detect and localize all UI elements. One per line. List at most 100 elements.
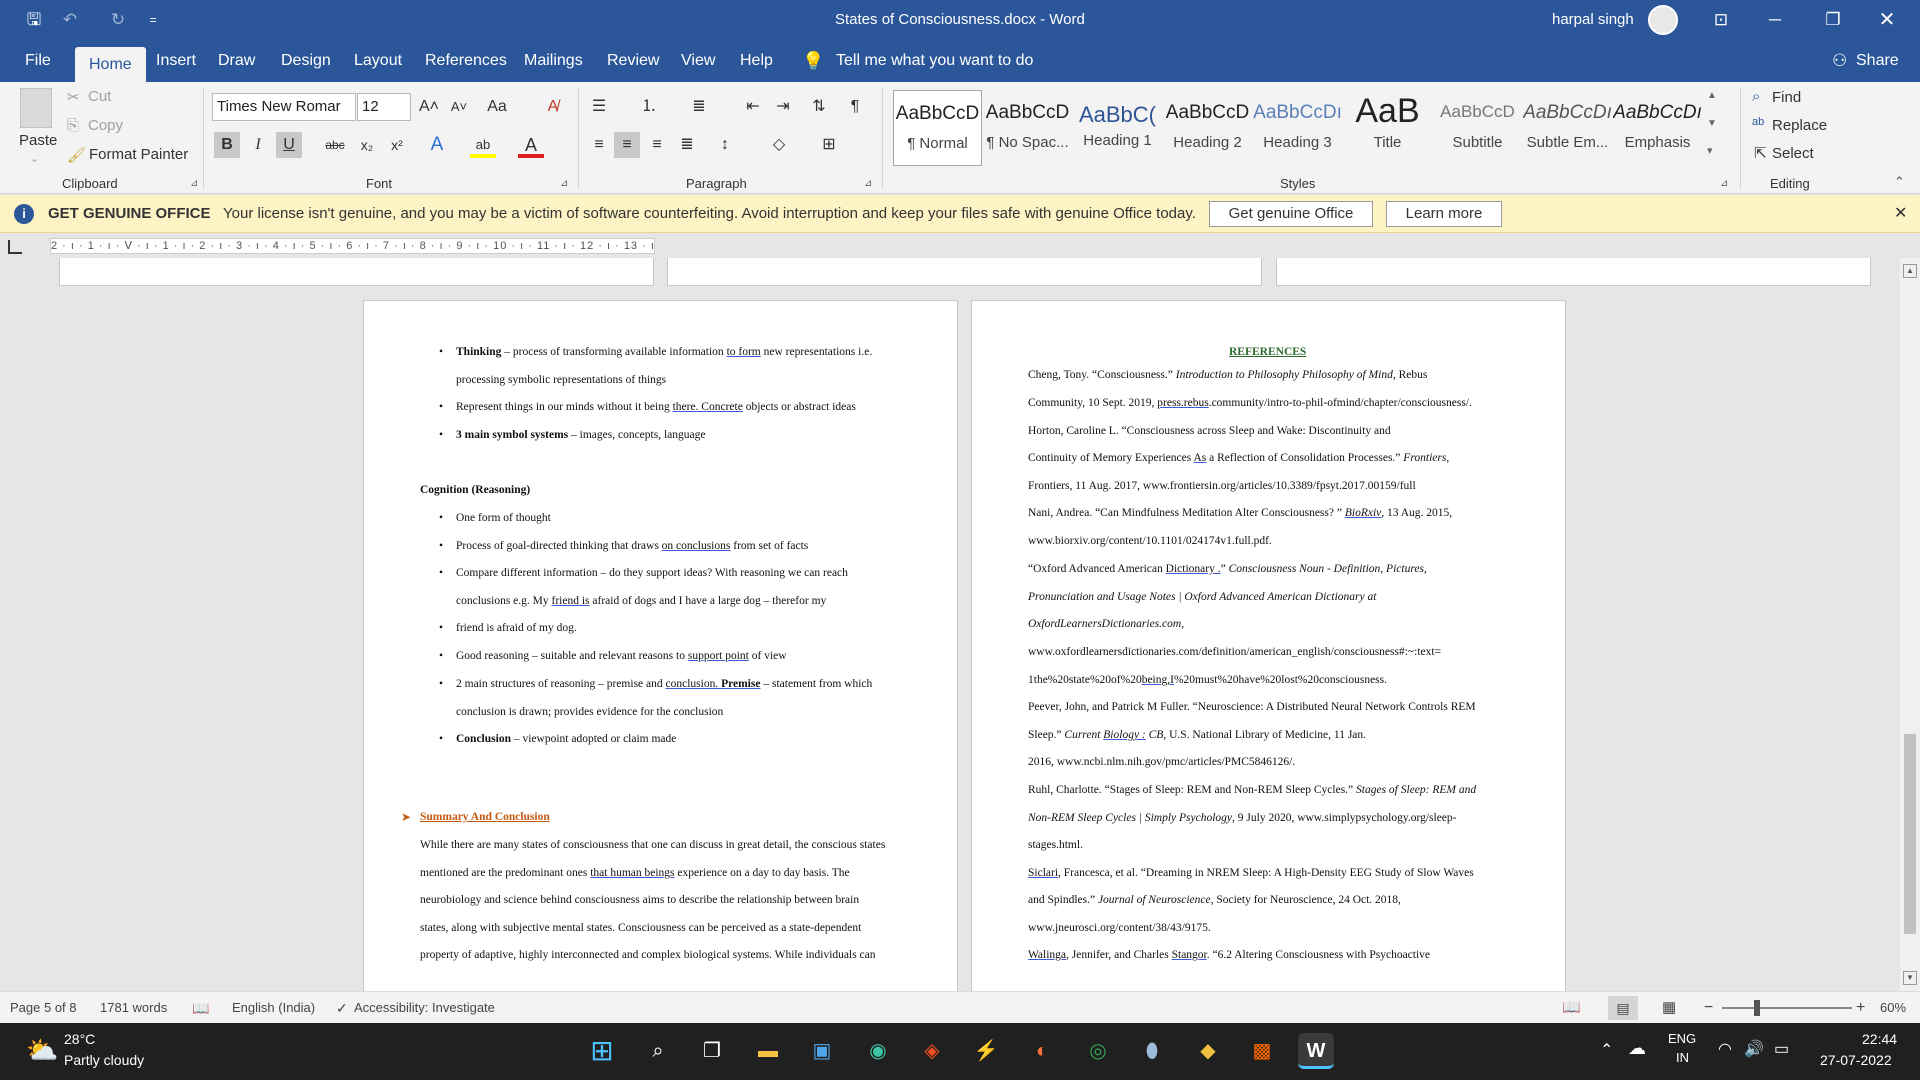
cloud-icon[interactable]: ☁ xyxy=(1628,1038,1646,1059)
temperature[interactable]: 28°C xyxy=(64,1031,95,1047)
clear-formatting-icon[interactable]: A̸ xyxy=(540,94,566,120)
share-button[interactable]: Share xyxy=(1856,40,1899,82)
find-button[interactable]: Find xyxy=(1772,89,1801,106)
language-indicator[interactable]: ENG xyxy=(1668,1031,1696,1046)
scroll-up-icon[interactable]: ▲ xyxy=(1903,264,1917,278)
replace-button[interactable]: Replace xyxy=(1772,117,1827,134)
share-icon[interactable]: ⚇ xyxy=(1832,40,1847,82)
align-right-icon[interactable]: ≡ xyxy=(644,132,670,158)
web-layout-icon[interactable]: ▦ xyxy=(1662,992,1676,1024)
close-bar-icon[interactable]: ✕ xyxy=(1894,195,1907,233)
multilevel-list-icon[interactable]: ≣ xyxy=(686,94,712,120)
tab-insert[interactable]: Insert xyxy=(156,40,196,82)
clipboard-launcher-icon[interactable]: ⊿ xyxy=(190,178,198,189)
copy-button[interactable]: Copy xyxy=(88,117,123,134)
style-title[interactable]: AaB Title xyxy=(1343,90,1432,166)
vertical-scrollbar[interactable]: ▲ ▼ xyxy=(1900,258,1920,991)
redo-icon[interactable]: ↻ xyxy=(106,0,130,40)
undo-icon[interactable]: ↶ xyxy=(58,0,82,40)
paragraph-launcher-icon[interactable]: ⊿ xyxy=(864,178,872,189)
tab-mailings[interactable]: Mailings xyxy=(524,40,583,82)
bullets-icon[interactable]: ☰ xyxy=(586,94,612,120)
tab-selector-icon[interactable] xyxy=(8,240,22,254)
shrink-font-icon[interactable]: A˅ xyxy=(446,94,472,120)
get-genuine-office-button[interactable]: Get genuine Office xyxy=(1209,201,1373,227)
minimize-icon[interactable]: ─ xyxy=(1760,0,1790,40)
customize-qat-icon[interactable]: = xyxy=(145,0,161,40)
select-button[interactable]: Select xyxy=(1772,145,1814,162)
wifi-icon[interactable]: ◠ xyxy=(1718,1039,1732,1059)
file-tab[interactable]: File xyxy=(25,40,51,82)
replace-icon[interactable]: ab xyxy=(1752,116,1764,128)
style-subtle-emphasis[interactable]: AaBbCcDı Subtle Em... xyxy=(1523,90,1612,166)
underline-button[interactable]: U xyxy=(276,132,302,158)
superscript-button[interactable]: x² xyxy=(384,132,410,158)
read-mode-icon[interactable]: 📖 xyxy=(1562,992,1581,1024)
chrome-icon[interactable]: ◎ xyxy=(1080,1033,1116,1069)
line-spacing-icon[interactable]: ↕ xyxy=(712,132,738,158)
font-color-icon[interactable]: A xyxy=(518,132,544,158)
justify-icon[interactable]: ≣ xyxy=(674,132,700,158)
styles-launcher-icon[interactable]: ⊿ xyxy=(1720,178,1728,189)
clock-date[interactable]: 27-07-2022 xyxy=(1820,1052,1892,1068)
zoom-slider-thumb[interactable] xyxy=(1754,1000,1760,1016)
app-icon[interactable]: ◆ xyxy=(1190,1033,1226,1069)
close-icon[interactable]: ✕ xyxy=(1872,0,1902,40)
style-heading-1[interactable]: AaBbC( Heading 1 xyxy=(1073,90,1162,166)
format-painter-button[interactable]: Format Painter xyxy=(89,146,188,163)
italic-button[interactable]: I xyxy=(245,132,271,158)
paste-dropdown-icon[interactable]: ⌄ xyxy=(30,152,39,165)
file-explorer-icon[interactable]: ▬ xyxy=(750,1033,786,1069)
tab-review[interactable]: Review xyxy=(607,40,659,82)
font-name-box[interactable]: Times New Romar xyxy=(212,93,356,121)
highlight-icon[interactable]: ab xyxy=(470,132,496,158)
style-subtitle[interactable]: AaBbCcD Subtitle xyxy=(1433,90,1522,166)
edge-icon[interactable]: ◉ xyxy=(860,1033,896,1069)
paste-button[interactable]: Paste xyxy=(19,132,57,149)
accessibility-status[interactable]: Accessibility: Investigate xyxy=(354,992,495,1024)
ribbon-display-icon[interactable]: ⊡ xyxy=(1706,0,1736,40)
styles-scroll-up-icon[interactable]: ▲ xyxy=(1707,90,1717,101)
show-marks-icon[interactable]: ¶ xyxy=(842,94,868,120)
tab-draw[interactable]: Draw xyxy=(218,40,255,82)
tell-me-search[interactable]: Tell me what you want to do xyxy=(836,40,1033,82)
style-heading-2[interactable]: AaBbCcD Heading 2 xyxy=(1163,90,1252,166)
save-icon[interactable]: 🖫 xyxy=(22,0,46,40)
change-case-icon[interactable]: Aa xyxy=(484,94,510,120)
print-layout-icon[interactable]: ▤ xyxy=(1608,996,1638,1020)
scroll-thumb[interactable] xyxy=(1904,734,1916,934)
start-icon[interactable]: ⊞ xyxy=(584,1033,620,1069)
zoom-slider[interactable] xyxy=(1722,1007,1852,1009)
subscript-button[interactable]: x₂ xyxy=(354,132,380,158)
document-page[interactable]: Thinking – process of transforming avail… xyxy=(363,300,958,991)
tab-view[interactable]: View xyxy=(681,40,715,82)
numbering-icon[interactable]: ⒈ xyxy=(636,94,662,120)
word-icon[interactable]: W xyxy=(1298,1033,1334,1069)
cut-button[interactable]: Cut xyxy=(88,88,111,105)
find-icon[interactable]: ⌕ xyxy=(1752,88,1760,105)
shading-icon[interactable]: ◇ xyxy=(766,132,792,158)
accessibility-icon[interactable]: ✓ xyxy=(336,992,348,1024)
style-heading-3[interactable]: AaBbCcDı Heading 3 xyxy=(1253,90,1342,166)
collapse-ribbon-icon[interactable]: ⌃ xyxy=(1894,174,1905,190)
restore-icon[interactable]: ❐ xyxy=(1818,0,1848,40)
app-icon[interactable]: ⬮ xyxy=(1134,1033,1170,1069)
app-icon[interactable]: ▩ xyxy=(1244,1033,1280,1069)
align-center-icon[interactable]: ≡ xyxy=(614,132,640,158)
text-effects-icon[interactable]: A xyxy=(424,132,450,158)
font-launcher-icon[interactable]: ⊿ xyxy=(560,178,568,189)
tab-references[interactable]: References xyxy=(425,40,507,82)
ruler-scale[interactable]: 2 · ı · 1 · ı · ᐯ · ı · 1 · ı · 2 · ı · … xyxy=(50,238,655,254)
copy-icon[interactable]: ⎘ xyxy=(67,117,79,134)
battery-icon[interactable]: ▭ xyxy=(1774,1039,1789,1059)
decrease-indent-icon[interactable]: ⇤ xyxy=(740,94,766,120)
app-icon[interactable]: ⚡ xyxy=(968,1033,1004,1069)
styles-more-icon[interactable]: ▾ xyxy=(1707,144,1713,157)
language-status[interactable]: English (India) xyxy=(232,992,315,1024)
grow-font-icon[interactable]: A˄ xyxy=(416,94,442,120)
scroll-down-icon[interactable]: ▼ xyxy=(1903,971,1917,985)
proofing-icon[interactable]: 📖 xyxy=(192,992,209,1024)
tab-home[interactable]: Home xyxy=(75,47,146,82)
zoom-out-icon[interactable]: − xyxy=(1704,992,1713,1024)
word-count[interactable]: 1781 words xyxy=(100,992,167,1024)
